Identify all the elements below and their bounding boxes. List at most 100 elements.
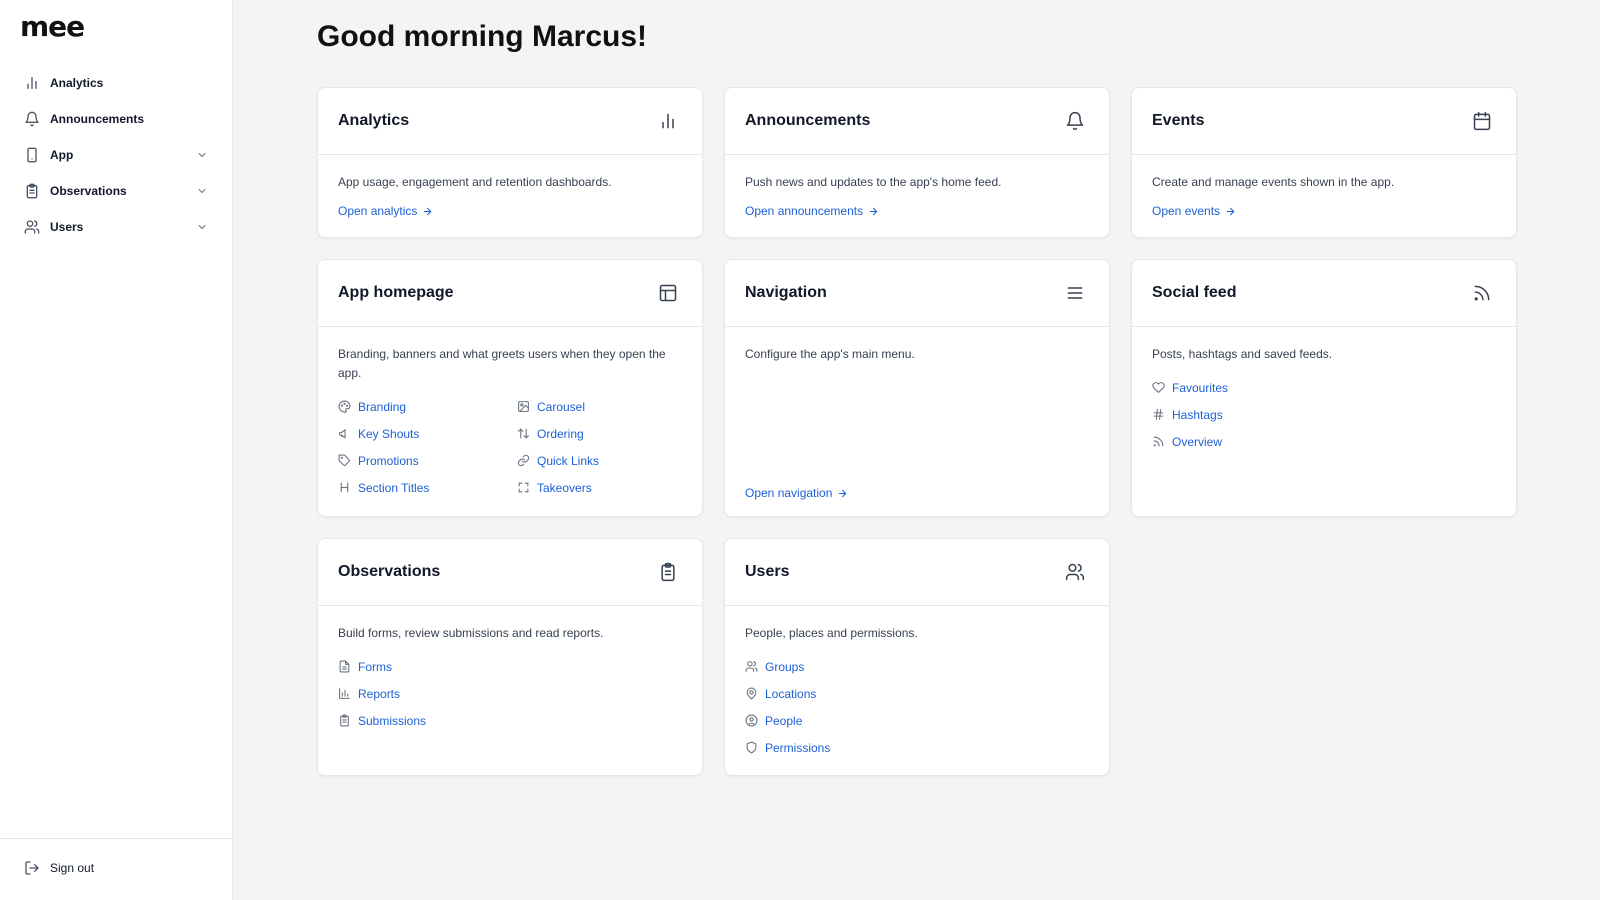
sidebar-item-label: Announcements <box>50 112 145 126</box>
card-title: Navigation <box>745 284 827 301</box>
card-description: Configure the app's main menu. <box>745 347 915 361</box>
users-icon <box>1065 563 1085 581</box>
chevron-down-icon[interactable] <box>196 185 208 197</box>
card-description: People, places and permissions. <box>745 626 918 640</box>
card-title: Users <box>745 563 790 580</box>
menu-icon <box>1067 287 1083 299</box>
promotions-link[interactable]: Promotions <box>338 447 517 474</box>
link-label: Reports <box>358 686 401 701</box>
open-events-link[interactable]: Open events <box>1152 204 1496 218</box>
card-header: Navigation <box>725 260 1109 327</box>
users-links: Groups Locations People Permissions <box>745 653 1089 761</box>
link-label: Locations <box>765 686 817 701</box>
card-description: Create and manage events shown in the ap… <box>1152 175 1395 189</box>
takeovers-link[interactable]: Takeovers <box>517 474 687 501</box>
sidebar-item-observations[interactable]: Observations <box>0 173 232 209</box>
carousel-link[interactable]: Carousel <box>517 393 687 420</box>
rss-icon <box>1153 436 1164 447</box>
log-out-icon <box>25 861 39 875</box>
card-title: Events <box>1152 112 1205 129</box>
card-title: Observations <box>338 563 441 580</box>
sidebar-item-announcements[interactable]: Announcements <box>0 101 232 137</box>
card-title: Analytics <box>338 112 410 129</box>
favourites-link[interactable]: Favourites <box>1152 374 1496 401</box>
announcements-card: Announcements Push news and updates to t… <box>724 87 1110 238</box>
section-titles-link[interactable]: Section Titles <box>338 474 517 501</box>
reports-link[interactable]: Reports <box>338 680 682 707</box>
key-shouts-link[interactable]: Key Shouts <box>338 420 517 447</box>
link-label: Groups <box>765 659 805 674</box>
app-homepage-links: Branding Carousel Key Shouts Ordering Pr… <box>338 393 682 501</box>
sidebar-item-users[interactable]: Users <box>0 209 232 245</box>
link-label: Forms <box>358 659 392 674</box>
card-description: Posts, hashtags and saved feeds. <box>1152 347 1333 361</box>
sign-out-button[interactable]: Sign out <box>24 860 94 876</box>
sidebar-item-app[interactable]: App <box>0 137 232 173</box>
layout-icon <box>659 284 677 302</box>
card-title: Announcements <box>745 112 871 129</box>
app-homepage-card: App homepage Branding, banners and what … <box>317 259 703 517</box>
analytics-card: Analytics App usage, engagement and rete… <box>317 87 703 238</box>
link-label: Takeovers <box>537 480 592 495</box>
palette-icon <box>338 400 351 413</box>
card-header: App homepage <box>318 260 702 327</box>
card-header: Observations <box>318 539 702 606</box>
overview-link[interactable]: Overview <box>1152 428 1496 455</box>
observations-card: Observations Build forms, review submiss… <box>317 538 703 776</box>
users-icon <box>745 661 758 672</box>
page-title: Good morning Marcus! <box>317 20 647 53</box>
sidebar-item-label: Analytics <box>50 76 104 90</box>
link-label: Branding <box>358 399 407 414</box>
open-analytics-link[interactable]: Open analytics <box>338 204 682 218</box>
document-icon <box>339 660 350 673</box>
forms-link[interactable]: Forms <box>338 653 682 680</box>
app-logo[interactable]: mee <box>20 10 85 43</box>
card-description: Build forms, review submissions and read… <box>338 626 604 640</box>
rss-icon <box>1474 285 1490 301</box>
link-label: Open events <box>1152 204 1221 218</box>
open-announcements-link[interactable]: Open announcements <box>745 204 1089 218</box>
open-navigation-link[interactable]: Open navigation <box>745 486 848 500</box>
permissions-link[interactable]: Permissions <box>745 734 1089 761</box>
sidebar: mee Analytics Announcements App Observat… <box>0 0 233 900</box>
link-label: Open analytics <box>338 204 418 218</box>
link-label: Submissions <box>358 713 427 728</box>
events-card: Events Create and manage events shown in… <box>1131 87 1517 238</box>
link-label: Overview <box>1172 434 1223 449</box>
ordering-link[interactable]: Ordering <box>517 420 687 447</box>
link-label: Key Shouts <box>358 426 420 441</box>
sidebar-nav: Analytics Announcements App Observations… <box>0 65 232 245</box>
card-description: Branding, banners and what greets users … <box>338 347 666 380</box>
arrow-right-icon <box>869 207 878 215</box>
sidebar-item-label: Users <box>50 220 84 234</box>
social-feed-links: Favourites Hashtags Overview <box>1152 374 1496 455</box>
user-circle-icon <box>745 714 758 727</box>
image-icon <box>518 401 529 412</box>
bell-icon <box>1066 111 1084 131</box>
branding-link[interactable]: Branding <box>338 393 517 420</box>
quick-links-link[interactable]: Quick Links <box>517 447 687 474</box>
submissions-link[interactable]: Submissions <box>338 707 682 734</box>
shield-icon <box>746 741 757 754</box>
hashtags-link[interactable]: Hashtags <box>1152 401 1496 428</box>
card-header: Users <box>725 539 1109 606</box>
tag-icon <box>338 454 350 466</box>
groups-link[interactable]: Groups <box>745 653 1089 680</box>
users-card: Users People, places and permissions. Gr… <box>724 538 1110 776</box>
card-header: Social feed <box>1132 260 1516 327</box>
locations-link[interactable]: Locations <box>745 680 1089 707</box>
link-label: Promotions <box>358 453 419 468</box>
people-link[interactable]: People <box>745 707 1089 734</box>
sidebar-item-label: App <box>50 148 74 162</box>
card-title: Social feed <box>1152 284 1237 301</box>
link-label: Open announcements <box>745 204 864 218</box>
link-label: People <box>765 713 803 728</box>
map-pin-icon <box>746 687 757 700</box>
hash-icon <box>1153 409 1164 420</box>
card-title: App homepage <box>338 284 454 301</box>
sidebar-item-analytics[interactable]: Analytics <box>0 65 232 101</box>
calendar-icon <box>1473 111 1491 131</box>
link-label: Favourites <box>1172 380 1229 395</box>
chevron-down-icon[interactable] <box>196 149 208 161</box>
chevron-down-icon[interactable] <box>196 221 208 233</box>
